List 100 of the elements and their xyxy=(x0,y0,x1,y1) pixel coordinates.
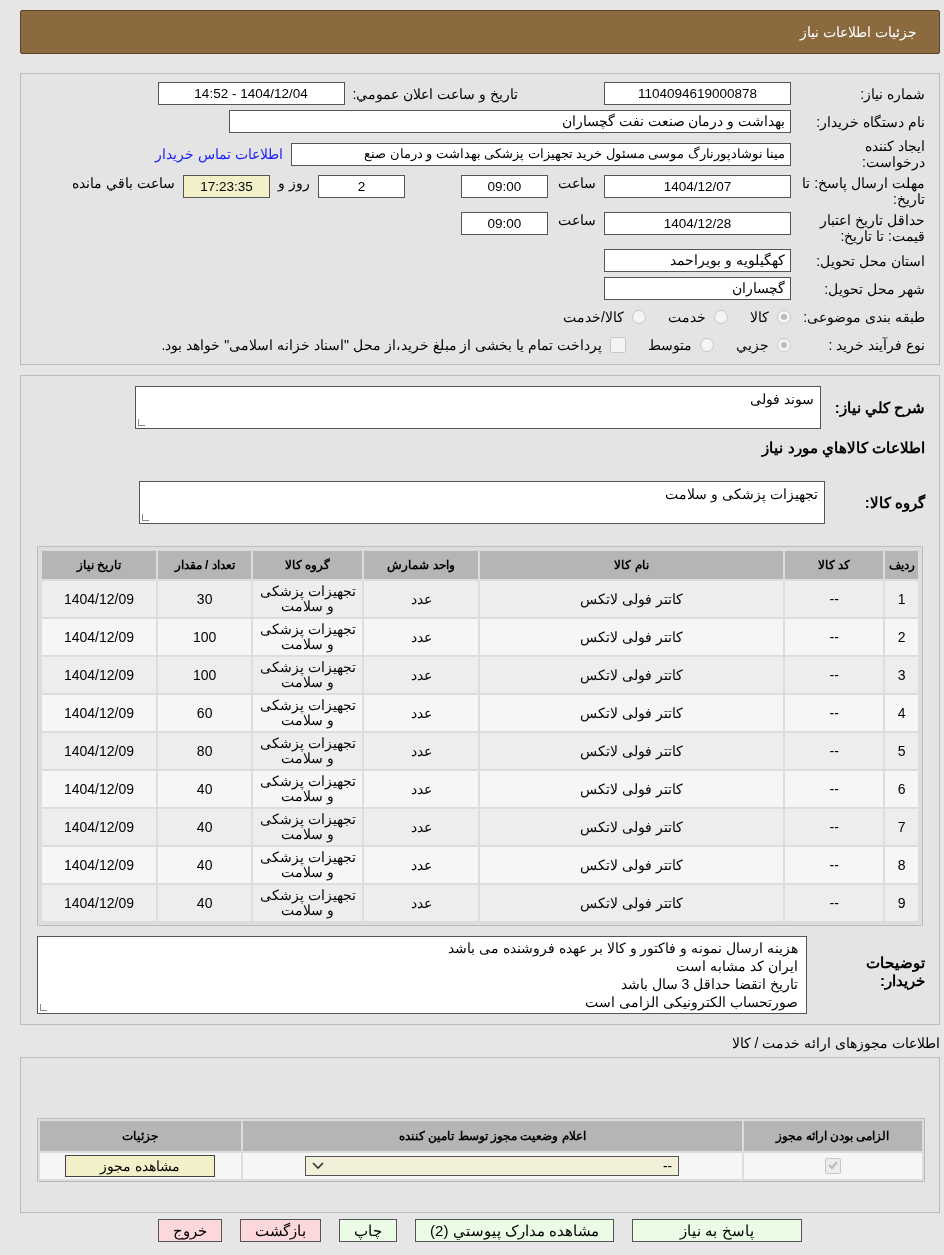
table-cell: تجهیزات پزشکی و سلامت xyxy=(253,847,363,883)
field-label: روز و xyxy=(278,175,310,191)
action-button[interactable]: مشاهده مدارک پیوستي (2) xyxy=(415,1219,614,1242)
buyer-notes-field[interactable]: هزینه ارسال نمونه و فاکتور و کالا بر عهده فروشنده می باشد ایران کد مشابه است تاریخ انقضا حداقل 3 سال باشد صورتحساب الکترونیکی الزامی است xyxy=(37,936,807,1014)
table-cell: 2 xyxy=(885,619,918,655)
table-cell: کاتتر فولی لاتکس xyxy=(480,733,783,769)
time-field[interactable]: 09:00 xyxy=(461,212,548,235)
field-label: توضیحات خریدار: xyxy=(865,954,925,990)
radio-label: کالا xyxy=(750,308,769,325)
column-header: کد کالا xyxy=(784,551,884,579)
field-label: استان محل تحویل: xyxy=(815,252,925,269)
status-dropdown[interactable]: -- xyxy=(305,1156,680,1176)
column-header: جزئیات xyxy=(40,1121,241,1151)
requester-field[interactable]: مینا نوشادپورنارگ موسی مسئول خرید تجهیزات پزشکی بهداشت و درمان صنع xyxy=(291,142,791,166)
date-field[interactable]: 1404/12/07 xyxy=(604,175,791,198)
table-cell: 40 xyxy=(157,771,252,807)
table-cell: عدد xyxy=(364,771,478,807)
action-button[interactable]: چاپ xyxy=(339,1219,398,1242)
description-field[interactable]: سوند فولی xyxy=(134,386,821,429)
field-label: شرح کلي نیاز: xyxy=(834,398,925,417)
field-label: تاریخ و ساعت اعلان عمومي: xyxy=(352,85,518,102)
section-title: اطلاعات مجوزهای ارائه خدمت / کالا xyxy=(730,1035,940,1054)
table-cell: کاتتر فولی لاتکس xyxy=(480,885,783,921)
table-cell: تجهیزات پزشکی و سلامت xyxy=(253,619,363,655)
table-cell: تجهیزات پزشکی و سلامت xyxy=(253,809,363,845)
buyer-field[interactable]: بهداشت و درمان صنعت نفت گچساران xyxy=(229,110,791,133)
column-header: تاریخ نیاز xyxy=(42,551,156,579)
table-cell: -- xyxy=(784,809,884,845)
field-label: ساعت xyxy=(558,212,596,228)
section-title: اطلاعات کالاهاي مورد نیاز xyxy=(762,439,925,457)
table-cell: 8 xyxy=(885,847,918,883)
table-cell: کاتتر فولی لاتکس xyxy=(480,695,783,731)
table-cell: 9 xyxy=(885,885,918,921)
table-cell: 7 xyxy=(885,809,918,845)
goods-group-field[interactable]: تجهیزات پزشکی و سلامت xyxy=(138,481,825,524)
column-header: نام کالا xyxy=(480,551,783,579)
table-cell: عدد xyxy=(364,695,478,731)
table-cell: عدد xyxy=(364,809,478,845)
days-field[interactable]: 2 xyxy=(318,175,405,198)
action-button[interactable]: بازگشت xyxy=(240,1219,322,1242)
time-field[interactable]: 09:00 xyxy=(461,175,548,198)
field-label: گروه کالا: xyxy=(864,493,925,512)
table-cell: کاتتر فولی لاتکس xyxy=(480,619,783,655)
table-cell: تجهیزات پزشکی و سلامت xyxy=(253,771,363,807)
city-field[interactable]: گچساران xyxy=(604,277,791,300)
table-cell: کاتتر فولی لاتکس xyxy=(480,809,783,845)
remaining-time-field[interactable]: 17:23:35 xyxy=(183,175,271,198)
table-cell: کاتتر فولی لاتکس xyxy=(480,657,783,693)
table-cell: 1404/12/09 xyxy=(42,847,156,883)
table-cell: -- xyxy=(784,771,884,807)
action-button[interactable]: پاسخ به نیاز xyxy=(631,1219,802,1242)
table-cell: عدد xyxy=(364,619,478,655)
table-cell: 1404/12/09 xyxy=(42,581,156,617)
table-cell: 30 xyxy=(157,581,252,617)
table-cell: -- xyxy=(784,847,884,883)
column-header: اعلام وضعیت مجوز توسط تامین کننده xyxy=(242,1121,742,1151)
view-license-button[interactable]: مشاهده مجوز xyxy=(65,1155,216,1177)
field-label: نوع فرآیند خرید : xyxy=(827,336,925,353)
radio-label: متوسط xyxy=(648,336,692,353)
field-label: طبقه بندی موضوعی: xyxy=(802,308,925,325)
table-cell: 1404/12/09 xyxy=(42,771,156,807)
table-cell: تجهیزات پزشکی و سلامت xyxy=(253,657,363,693)
table-cell: -- xyxy=(784,619,884,655)
table-cell: 80 xyxy=(157,733,252,769)
table-cell: 1404/12/09 xyxy=(42,733,156,769)
buyer-contact-link[interactable]: اطلاعات تماس خریدار xyxy=(155,146,283,162)
field-label: مهلت ارسال پاسخ: تا تاریخ: xyxy=(801,175,925,207)
dropdown-value: -- xyxy=(662,1158,673,1174)
action-button[interactable]: خروج xyxy=(158,1219,223,1242)
field-label: حداقل تاریخ اعتبار قیمت: تا تاریخ: xyxy=(818,212,925,244)
table-cell: عدد xyxy=(364,885,478,921)
table-cell: 40 xyxy=(157,885,252,921)
table-cell: 1404/12/09 xyxy=(42,885,156,921)
field-label: شهر محل تحویل: xyxy=(823,280,925,297)
need-number-field[interactable]: 1104094619000878 xyxy=(604,82,791,105)
table-cell: 100 xyxy=(157,619,252,655)
page-title: جزئیات اطلاعات نیاز xyxy=(800,24,917,40)
table-cell: 1404/12/09 xyxy=(42,619,156,655)
column-header: تعداد / مقدار xyxy=(157,551,252,579)
table-cell: 1404/12/09 xyxy=(42,695,156,731)
column-header: ردیف xyxy=(885,551,918,579)
announce-date-field[interactable]: 1404/12/04 - 14:52 xyxy=(157,82,345,105)
table-cell: -- xyxy=(784,657,884,693)
checkbox[interactable] xyxy=(824,1158,841,1174)
checkbox-label: پرداخت تمام یا بخشی از مبلغ خرید،از محل "اسناد خزانه اسلامی" خواهد بود. xyxy=(161,336,602,353)
table-cell: تجهیزات پزشکی و سلامت xyxy=(253,695,363,731)
field-label: نام دستگاه خریدار: xyxy=(815,113,925,130)
date-field[interactable]: 1404/12/28 xyxy=(604,212,791,235)
table-cell: 3 xyxy=(885,657,918,693)
field-label: ساعت xyxy=(558,175,596,191)
radio-label: جزيي xyxy=(736,336,769,353)
chevron-down-icon xyxy=(312,1162,325,1170)
table-cell: -- xyxy=(784,581,884,617)
table-cell: عدد xyxy=(364,581,478,617)
province-field[interactable]: کهگیلویه و بویراحمد xyxy=(604,249,791,272)
table-cell: 1 xyxy=(885,581,918,617)
column-header: واحد شمارش xyxy=(364,551,478,579)
checkbox[interactable] xyxy=(610,336,626,353)
radio-label: کالا/خدمت xyxy=(563,308,624,325)
table-cell: تجهیزات پزشکی و سلامت xyxy=(253,581,363,617)
